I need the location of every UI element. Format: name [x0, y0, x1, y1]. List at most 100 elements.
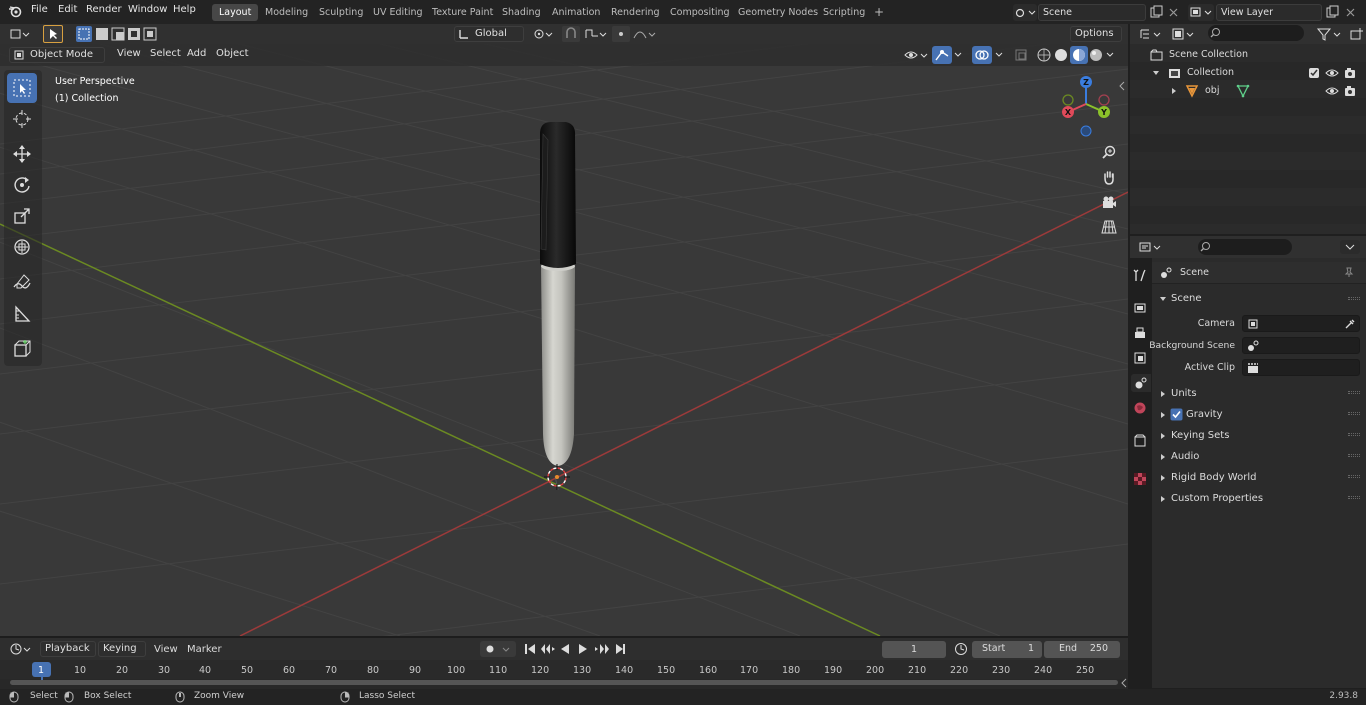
viewport-menu-select[interactable]: Select — [150, 48, 181, 59]
auto-keying-record-icon[interactable] — [480, 641, 516, 657]
properties-editor-type-icon[interactable] — [1138, 239, 1166, 255]
eye-icon[interactable] — [1325, 67, 1339, 79]
preview-range-clock-icon[interactable] — [954, 642, 968, 656]
eyedropper-icon[interactable] — [1344, 318, 1356, 330]
tab-sculpting[interactable]: Sculpting — [312, 4, 370, 21]
audio-panel-header[interactable]: Audio — [1155, 448, 1363, 466]
annotate-tool-icon[interactable] — [7, 268, 37, 298]
pivot-point-icon[interactable] — [531, 26, 557, 42]
background-scene-field[interactable] — [1242, 337, 1360, 354]
proportional-edit-icon[interactable] — [612, 26, 658, 42]
drag-handle-icon[interactable] — [1348, 412, 1360, 415]
properties-search-field[interactable] — [1198, 239, 1292, 255]
active-tool-select-icon[interactable] — [43, 25, 63, 43]
tool-properties-tab-icon[interactable] — [1131, 267, 1149, 285]
menu-edit[interactable]: Edit — [58, 4, 77, 15]
end-frame-field[interactable]: End 250 — [1044, 641, 1120, 658]
active-clip-field[interactable] — [1242, 359, 1360, 376]
outliner-row-collection[interactable]: Collection — [1130, 64, 1366, 82]
scene-close-icon[interactable] — [1166, 4, 1182, 21]
keying-dropdown[interactable]: Keying — [98, 641, 146, 657]
drag-handle-icon[interactable] — [1348, 433, 1360, 436]
transform-tool-icon[interactable] — [7, 232, 37, 262]
drag-handle-icon[interactable] — [1348, 475, 1360, 478]
select-box-tool-icon[interactable] — [7, 73, 37, 103]
timeline-sidebar-toggle-icon[interactable] — [1120, 678, 1128, 688]
outliner-editor-type-icon[interactable] — [1138, 26, 1166, 42]
texture-properties-tab-icon[interactable] — [1131, 470, 1149, 488]
drag-handle-icon[interactable] — [1348, 297, 1360, 300]
current-frame-field[interactable]: 1 — [882, 641, 946, 658]
start-frame-field[interactable]: Start 1 — [972, 641, 1042, 658]
rigid-body-world-panel-header[interactable]: Rigid Body World — [1155, 469, 1363, 487]
outliner-row-scene-collection[interactable]: Scene Collection — [1130, 46, 1366, 64]
scene-name-field[interactable]: Scene — [1038, 4, 1146, 21]
scene-copy-icon[interactable] — [1148, 4, 1164, 21]
drag-handle-icon[interactable] — [1348, 496, 1360, 499]
cursor-tool-icon[interactable] — [7, 104, 37, 134]
tab-compositing[interactable]: Compositing — [663, 4, 737, 21]
pin-icon[interactable] — [1343, 266, 1355, 278]
view-layer-browse-button[interactable] — [1188, 4, 1214, 21]
sidebar-toggle-icon[interactable] — [1118, 80, 1126, 92]
timeline-scrollbar[interactable] — [10, 680, 1118, 685]
shading-mode-icons[interactable] — [1034, 46, 1120, 64]
view-layer-close-icon[interactable] — [1343, 4, 1359, 21]
tab-modeling[interactable]: Modeling — [258, 4, 315, 21]
expand-arrow-icon[interactable] — [1170, 87, 1178, 95]
timeline-editor-type-icon[interactable] — [8, 641, 36, 657]
xray-icon[interactable] — [1013, 47, 1031, 63]
drag-handle-icon[interactable] — [1348, 454, 1360, 457]
tab-uv-editing[interactable]: UV Editing — [366, 4, 430, 21]
viewport-menu-view[interactable]: View — [117, 48, 141, 59]
marker-pen-object[interactable] — [540, 122, 576, 491]
viewport-menu-add[interactable]: Add — [187, 48, 206, 59]
show-overlays-icon[interactable] — [972, 46, 992, 64]
viewport-menu-object[interactable]: Object — [216, 48, 249, 59]
camera-view-icon[interactable] — [1098, 191, 1120, 213]
scene-properties-tab-icon[interactable] — [1131, 374, 1151, 392]
tab-geometry-nodes[interactable]: Geometry Nodes — [731, 4, 825, 21]
editor-type-icon[interactable] — [8, 26, 34, 42]
tab-scripting[interactable]: Scripting — [816, 4, 872, 21]
view-layer-copy-icon[interactable] — [1324, 4, 1340, 21]
menu-file[interactable]: File — [31, 4, 48, 15]
gravity-checkbox[interactable] — [1170, 408, 1183, 421]
add-cube-tool-icon[interactable] — [7, 334, 37, 364]
pan-hand-icon[interactable] — [1098, 166, 1120, 188]
outliner-row-obj[interactable]: obj — [1130, 82, 1366, 100]
zoom-icon[interactable] — [1098, 141, 1120, 163]
collection-properties-tab-icon[interactable] — [1131, 432, 1149, 450]
options-dropdown[interactable]: Options — [1070, 26, 1122, 42]
playback-controls[interactable] — [521, 641, 631, 657]
scene-browse-button[interactable] — [1013, 4, 1037, 21]
tab-animation[interactable]: Animation — [545, 4, 607, 21]
add-workspace-button[interactable]: + — [867, 4, 891, 21]
overlays-dropdown-icon[interactable] — [993, 50, 1005, 60]
render-camera-icon[interactable] — [1343, 85, 1357, 97]
menu-window[interactable]: Window — [128, 4, 167, 15]
blender-logo-icon[interactable] — [8, 4, 22, 18]
menu-render[interactable]: Render — [86, 4, 122, 15]
tab-shading[interactable]: Shading — [495, 4, 548, 21]
menu-help[interactable]: Help — [173, 4, 196, 15]
selection-mode-icons[interactable] — [76, 26, 164, 42]
units-panel-header[interactable]: Units — [1155, 385, 1363, 403]
scale-tool-icon[interactable] — [7, 201, 37, 231]
exclude-checkbox-icon[interactable] — [1308, 67, 1320, 79]
eye-icon[interactable] — [1325, 85, 1339, 97]
filter-icon[interactable] — [1316, 26, 1346, 42]
display-mode-icon[interactable] — [1170, 26, 1198, 42]
gravity-panel-header[interactable]: Gravity — [1155, 406, 1363, 424]
tab-rendering[interactable]: Rendering — [604, 4, 667, 21]
navigation-gizmo[interactable]: Z Y X — [1058, 72, 1118, 140]
render-camera-icon[interactable] — [1343, 67, 1357, 79]
mesh-data-icon[interactable] — [1236, 84, 1250, 98]
perspective-toggle-icon[interactable] — [1098, 216, 1120, 238]
view-layer-name-field[interactable]: View Layer — [1216, 4, 1322, 21]
new-collection-icon[interactable] — [1349, 26, 1365, 42]
outliner-search-field[interactable] — [1208, 25, 1304, 41]
playback-dropdown[interactable]: Playback — [40, 641, 96, 657]
3d-viewport[interactable] — [0, 44, 1128, 636]
world-properties-tab-icon[interactable] — [1131, 399, 1149, 417]
